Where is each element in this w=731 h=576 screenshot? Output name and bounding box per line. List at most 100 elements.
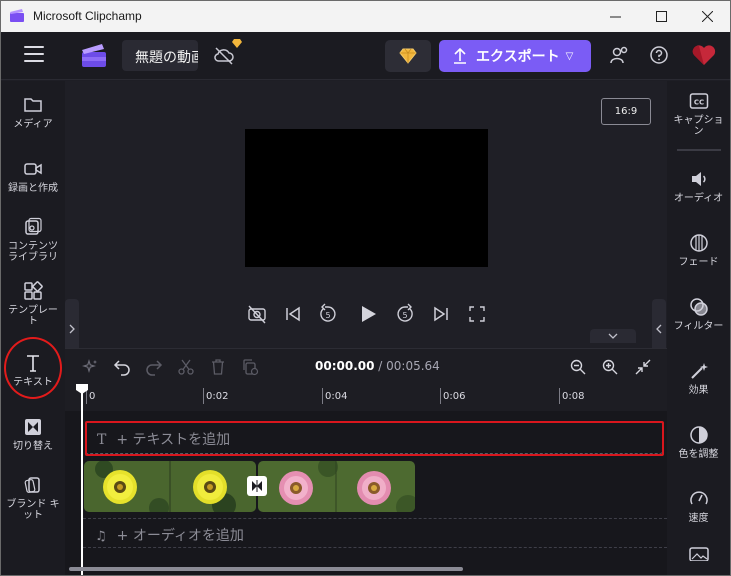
ruler-tick: 0:06: [439, 388, 466, 404]
camera-icon: [24, 163, 42, 175]
camera-off-icon[interactable]: [246, 303, 268, 325]
forward-5s-icon[interactable]: 5: [394, 303, 416, 325]
video-clip-pink-flowers[interactable]: [258, 461, 415, 512]
duplicate-icon[interactable]: [241, 358, 259, 376]
left-sidebar: メディア 録画と作成 コンテンツライブラリ テンプレート テキスト 切り替え ブ…: [1, 81, 65, 575]
chevron-left-icon: [656, 324, 662, 334]
timeline-toolbar: 00:00.00 / 00:05.64: [65, 348, 667, 384]
maximize-icon: [655, 11, 667, 22]
transition-button[interactable]: [247, 476, 267, 496]
cloud-off-icon[interactable]: [213, 45, 235, 65]
aspect-ratio-button[interactable]: 16:9: [601, 98, 651, 125]
premium-button[interactable]: [385, 40, 431, 72]
clip-thumbnail: [258, 461, 415, 512]
minimize-icon: [609, 16, 621, 18]
undo-icon[interactable]: [113, 358, 131, 376]
speed-icon: [689, 491, 708, 505]
clipchamp-logo[interactable]: [81, 43, 107, 68]
menu-icon[interactable]: [24, 46, 44, 62]
sidebar-item-label: フィルター: [673, 321, 724, 332]
heart-icon[interactable]: [691, 43, 717, 67]
project-name-field[interactable]: 無題の動画: [122, 40, 198, 71]
ruler-tick: 0:02: [202, 388, 229, 404]
right-sidebar: CC キャプション オーディオ フェード フィルター 効果 色を調整 速度: [667, 81, 730, 575]
export-button[interactable]: エクスポート ▽: [439, 40, 591, 72]
brand-kit-icon: [24, 477, 40, 493]
redo-icon[interactable]: [145, 358, 163, 376]
sidebar-item-label: 色を調整: [678, 449, 719, 460]
rewind-5s-icon[interactable]: 5: [317, 303, 339, 325]
zoom-out-icon[interactable]: [569, 358, 587, 376]
premium-gem-icon: [399, 48, 417, 64]
sidebar-item-audio[interactable]: オーディオ: [667, 169, 730, 204]
preview-area: 16:9 5 5: [65, 81, 667, 348]
time-separator: /: [374, 359, 387, 373]
sidebar-item-color-adjust[interactable]: 色を調整: [667, 425, 730, 460]
sidebar-item-label: テンプレート: [8, 305, 58, 327]
minimize-button[interactable]: [592, 1, 638, 32]
sidebar-item-fade[interactable]: フェード: [667, 233, 730, 268]
timecode: 00:00.00 / 00:05.64: [315, 359, 440, 373]
ruler-tick: 0: [85, 388, 96, 404]
sidebar-item-filters[interactable]: フィルター: [667, 297, 730, 332]
ruler-tick: 0:08: [558, 388, 585, 404]
sidebar-item-label: 速度: [688, 513, 709, 524]
image-icon[interactable]: [689, 547, 709, 561]
playhead[interactable]: [81, 392, 83, 575]
upload-icon: [454, 48, 466, 64]
music-note-icon: ♫: [95, 529, 107, 544]
skip-forward-icon[interactable]: [430, 303, 452, 325]
fit-timeline-icon[interactable]: [634, 358, 652, 376]
svg-text:CC: CC: [693, 99, 703, 107]
clip-thumbnail: [84, 461, 256, 512]
delete-icon[interactable]: [209, 358, 227, 376]
sidebar-item-record[interactable]: 録画と作成: [1, 159, 65, 194]
top-bar: 無題の動画 エクスポート ▽: [1, 32, 730, 80]
timeline-scrollbar[interactable]: [69, 567, 463, 571]
sidebar-item-transitions[interactable]: 切り替え: [1, 417, 65, 452]
library-icon: [25, 217, 42, 235]
total-time: 00:05.64: [386, 359, 440, 373]
magic-icon[interactable]: [81, 358, 99, 376]
template-icon: [24, 281, 43, 300]
timeline-ruler[interactable]: 0 0:02 0:04 0:06 0:08: [65, 384, 667, 411]
sidebar-item-content-library[interactable]: コンテンツライブラリ: [1, 217, 65, 263]
share-icon[interactable]: [609, 44, 631, 66]
sidebar-item-label: 切り替え: [13, 441, 53, 452]
svg-text:5: 5: [325, 311, 330, 320]
zoom-in-icon[interactable]: [601, 358, 619, 376]
color-adjust-icon: [689, 426, 708, 444]
maximize-button[interactable]: [638, 1, 684, 32]
sidebar-item-label: メディア: [13, 119, 53, 130]
sidebar-item-label: 効果: [688, 385, 709, 396]
video-clip-yellow-flowers[interactable]: [84, 461, 256, 512]
sidebar-item-label: オーディオ: [673, 193, 724, 204]
add-audio-label: + オーディオを追加: [116, 528, 244, 544]
skip-back-icon[interactable]: [282, 303, 304, 325]
app-window: Microsoft Clipchamp 無題の動画 エクスポート ▽ メディア …: [0, 0, 731, 576]
collapse-timeline-tab[interactable]: [590, 329, 636, 343]
close-button[interactable]: [684, 1, 730, 32]
fullscreen-icon[interactable]: [466, 303, 488, 325]
play-icon[interactable]: [357, 303, 379, 325]
sidebar-item-effects[interactable]: 効果: [667, 361, 730, 396]
scissors-icon[interactable]: [177, 358, 195, 376]
transition-icon: [25, 419, 41, 435]
sidebar-item-templates[interactable]: テンプレート: [1, 281, 65, 327]
clipchamp-app-icon: [10, 9, 24, 22]
text-highlight-circle: [4, 337, 62, 399]
sidebar-item-media[interactable]: メディア: [1, 95, 65, 130]
sidebar-item-speed[interactable]: 速度: [667, 489, 730, 524]
premium-badge-icon: [232, 39, 242, 48]
help-icon[interactable]: [648, 44, 670, 66]
sidebar-item-label: ブランド キット: [6, 499, 60, 521]
export-label: エクスポート: [476, 49, 560, 65]
filter-icon: [689, 298, 708, 316]
sidebar-item-label: フェード: [678, 257, 719, 268]
sidebar-item-brand-kit[interactable]: ブランド キット: [1, 475, 65, 521]
sidebar-item-captions[interactable]: CC キャプション: [667, 91, 730, 137]
add-audio-track[interactable]: ♫ + オーディオを追加: [83, 518, 667, 548]
title-bar: Microsoft Clipchamp: [1, 1, 730, 32]
sidebar-item-label: キャプション: [673, 115, 724, 137]
sidebar-item-label: 録画と作成: [8, 183, 58, 194]
